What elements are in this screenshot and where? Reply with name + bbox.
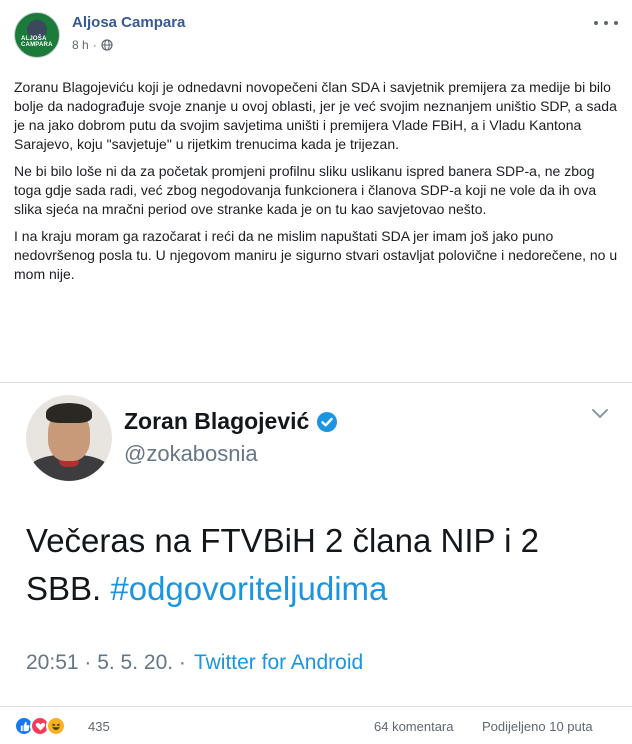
avatar[interactable]: ALJOŠA CAMPARA bbox=[14, 12, 60, 58]
reaction-count[interactable]: 435 bbox=[88, 719, 110, 734]
share-count[interactable]: Podijeljeno 10 puta bbox=[482, 719, 593, 734]
post-paragraph: Ne bi bilo loše ni da za početak promjen… bbox=[14, 163, 597, 217]
tweet-hashtag[interactable]: #odgovoriteljudima bbox=[110, 570, 387, 607]
haha-icon bbox=[46, 716, 66, 736]
tweet-text: Večeras na FTVBiH 2 člana NIP i 2 SBB. #… bbox=[26, 517, 606, 613]
reaction-icons[interactable] bbox=[14, 716, 66, 736]
more-icon[interactable] bbox=[594, 14, 618, 32]
post-paragraph: I na kraju moram ga razočarat i reći da … bbox=[14, 228, 618, 282]
post-header: ALJOŠA CAMPARA Aljosa Campara 8 h · bbox=[0, 0, 632, 70]
chevron-down-icon[interactable] bbox=[590, 407, 610, 421]
tweet-handle[interactable]: @zokabosnia bbox=[124, 441, 258, 467]
meta-separator: · bbox=[92, 38, 97, 52]
tweet-author-name: Zoran Blagojević bbox=[124, 408, 310, 434]
tweet-footer: 20:51 · 5. 5. 20. · Twitter for Android bbox=[26, 651, 363, 675]
tweet-time[interactable]: 20:51 · 5. 5. 20. · bbox=[26, 651, 186, 675]
globe-icon bbox=[101, 39, 113, 51]
verified-icon bbox=[317, 411, 338, 432]
author-name[interactable]: Aljosa Campara bbox=[72, 14, 185, 31]
tweet-name[interactable]: Zoran Blagojević bbox=[124, 408, 338, 435]
post-paragraph: Zoranu Blagojeviću koji je odnedavni nov… bbox=[14, 79, 617, 152]
post-meta: 8 h · bbox=[72, 38, 113, 52]
tweet-avatar[interactable] bbox=[26, 395, 112, 481]
tweet-embed[interactable]: Zoran Blagojević @zokabosnia Večeras na … bbox=[0, 382, 632, 706]
post-text: Zoranu Blagojeviću koji je odnedavni nov… bbox=[14, 78, 618, 292]
reactions-bar: 435 64 komentara Podijeljeno 10 puta bbox=[0, 706, 632, 744]
post-time[interactable]: 8 h bbox=[72, 38, 89, 52]
comment-count[interactable]: 64 komentara bbox=[374, 719, 454, 734]
avatar-text: ALJOŠA CAMPARA bbox=[21, 36, 53, 48]
tweet-source[interactable]: Twitter for Android bbox=[194, 651, 363, 675]
